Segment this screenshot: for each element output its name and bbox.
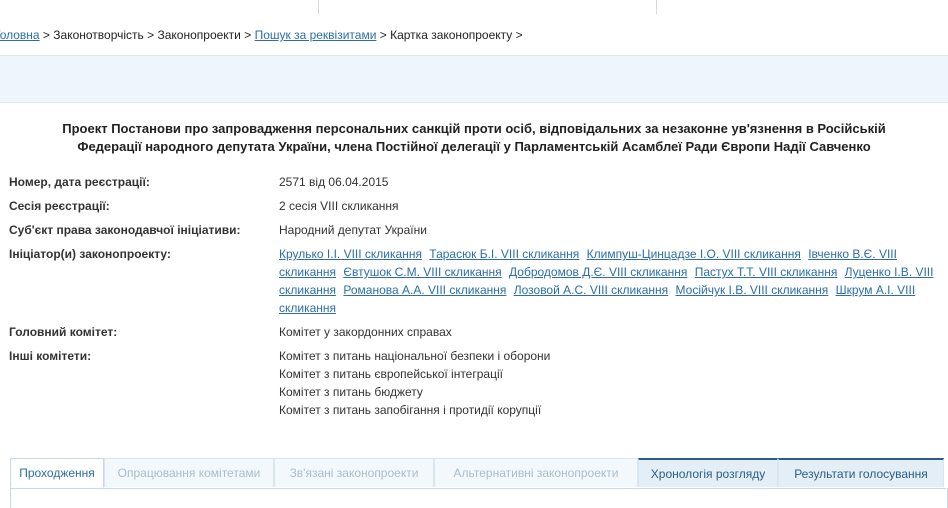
breadcrumb-card: Картка законопроекту <box>390 28 513 42</box>
committee-item: Комітет з питань національної безпеки і … <box>279 349 551 363</box>
subject-label: Суб'єкт права законодавчої ініціативи: <box>9 223 241 237</box>
committee-item: Комітет з питань бюджету <box>279 385 423 399</box>
tab-progress[interactable]: Проходження <box>10 458 104 488</box>
initiator-link[interactable]: Євтушок С.М. VIII скликання <box>343 265 501 279</box>
header-band <box>0 55 948 103</box>
breadcrumb-separator: > <box>39 28 54 42</box>
breadcrumb-home-link[interactable]: Головна <box>0 28 40 42</box>
initiator-link[interactable]: Пастух Т.Т. VIII скликання <box>695 265 838 279</box>
initiator-link[interactable]: Мосійчук І.В. VIII скликання <box>676 283 829 297</box>
top-separator <box>318 0 319 14</box>
session-label: Сесія реєстрації: <box>9 199 110 213</box>
bill-title-line1: Проект Постанови про запровадження персо… <box>62 121 886 136</box>
top-bar <box>0 0 948 14</box>
other-committees-list: Комітет з питань національної безпеки і … <box>279 347 944 419</box>
breadcrumb-separator: > <box>143 28 158 42</box>
initiator-link[interactable]: Лозовой А.С. VIII скликання <box>514 283 668 297</box>
breadcrumb-separator: > <box>240 28 255 42</box>
tab-content <box>10 488 948 508</box>
tab-bar: Проходження Опрацювання комітетами Зв'яз… <box>10 458 946 489</box>
initiator-link[interactable]: Крулько І.І. VIII скликання <box>279 247 422 261</box>
initiator-link[interactable]: Романова А.А. VIII скликання <box>343 283 506 297</box>
initiators-list: Крулько І.І. VIII скликання Тарасюк Б.І.… <box>279 245 944 317</box>
bill-title: Проект Постанови про запровадження персо… <box>0 120 948 156</box>
tab-linked-bills[interactable]: Зв'язані законопроекти <box>274 458 434 487</box>
other-committees-label: Інші комітети: <box>9 349 92 363</box>
initiators-label: Ініціатор(и) законопроекту: <box>9 247 171 261</box>
committee-item: Комітет з питань європейської інтеграції <box>279 367 503 381</box>
breadcrumb-search-link[interactable]: Пошук за реквізитами <box>255 28 377 42</box>
subject-value: Народний депутат України <box>279 223 427 237</box>
breadcrumb: Головна > Законотворчість > Законопроект… <box>0 28 523 42</box>
registration-value: 2571 від 06.04.2015 <box>279 175 389 189</box>
bill-title-line2: Федерації народного депутата України, чл… <box>77 139 871 154</box>
committee-item: Комітет з питань запобігання і протидії … <box>279 403 542 417</box>
initiator-link[interactable]: Добродомов Д.Є. VIII скликання <box>509 265 687 279</box>
main-committee-label: Головний комітет: <box>9 325 118 339</box>
tab-voting-results[interactable]: Результати голосування <box>778 458 944 487</box>
main-committee-value: Комітет у закордонних справах <box>279 325 452 339</box>
breadcrumb-bills: Законопроекти <box>157 28 241 42</box>
session-value: 2 сесія VIII скликання <box>279 199 399 213</box>
tab-review-chronology[interactable]: Хронологія розгляду <box>638 458 778 487</box>
breadcrumb-lawmaking: Законотворчість <box>53 28 144 42</box>
breadcrumb-separator: > <box>376 28 391 42</box>
initiator-link[interactable]: Тарасюк Б.І. VIII скликання <box>429 247 579 261</box>
tab-committee-processing[interactable]: Опрацювання комітетами <box>104 458 274 487</box>
breadcrumb-separator: > <box>512 28 523 42</box>
initiator-link[interactable]: Климпуш-Цинцадзе І.О. VIII скликання <box>587 247 801 261</box>
tab-alternative-bills[interactable]: Альтернативні законопроекти <box>434 458 638 487</box>
registration-label: Номер, дата реєстрації: <box>9 175 150 189</box>
top-separator <box>656 0 657 14</box>
